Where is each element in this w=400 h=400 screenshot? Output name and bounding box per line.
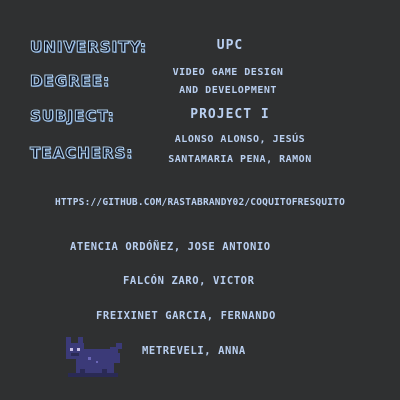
degree-label: Degree: [29,72,111,91]
teachers-label: Teachers: [29,144,134,163]
degree-line-2: and Development [179,85,277,96]
credit-name-3: Freixinet Garcia, Fernando [96,310,276,322]
degree-line-1: Video Game Design [172,67,284,78]
university-value: UPC [216,38,244,53]
credit-name-2: Falcón Zaro, Victor [123,275,255,287]
credit-name-1: Atencia Ordóñez, Jose Antonio [70,241,271,253]
credit-name-4: Metreveli, Anna [142,345,246,357]
subject-label: Subject: [30,107,115,126]
purple-cat-creature-icon [66,337,122,377]
teachers-line-1: Alonso Alonso, Jesús [174,134,306,145]
repo-link[interactable]: https://github.com/rastabrandy02/coquito… [0,197,400,208]
university-label: University: [30,38,147,57]
credits-screen: University: UPC Degree: Video Game Desig… [0,0,400,400]
teachers-line-2: Santamaria Pena, Ramon [168,154,312,165]
subject-value: Project I [190,107,270,122]
